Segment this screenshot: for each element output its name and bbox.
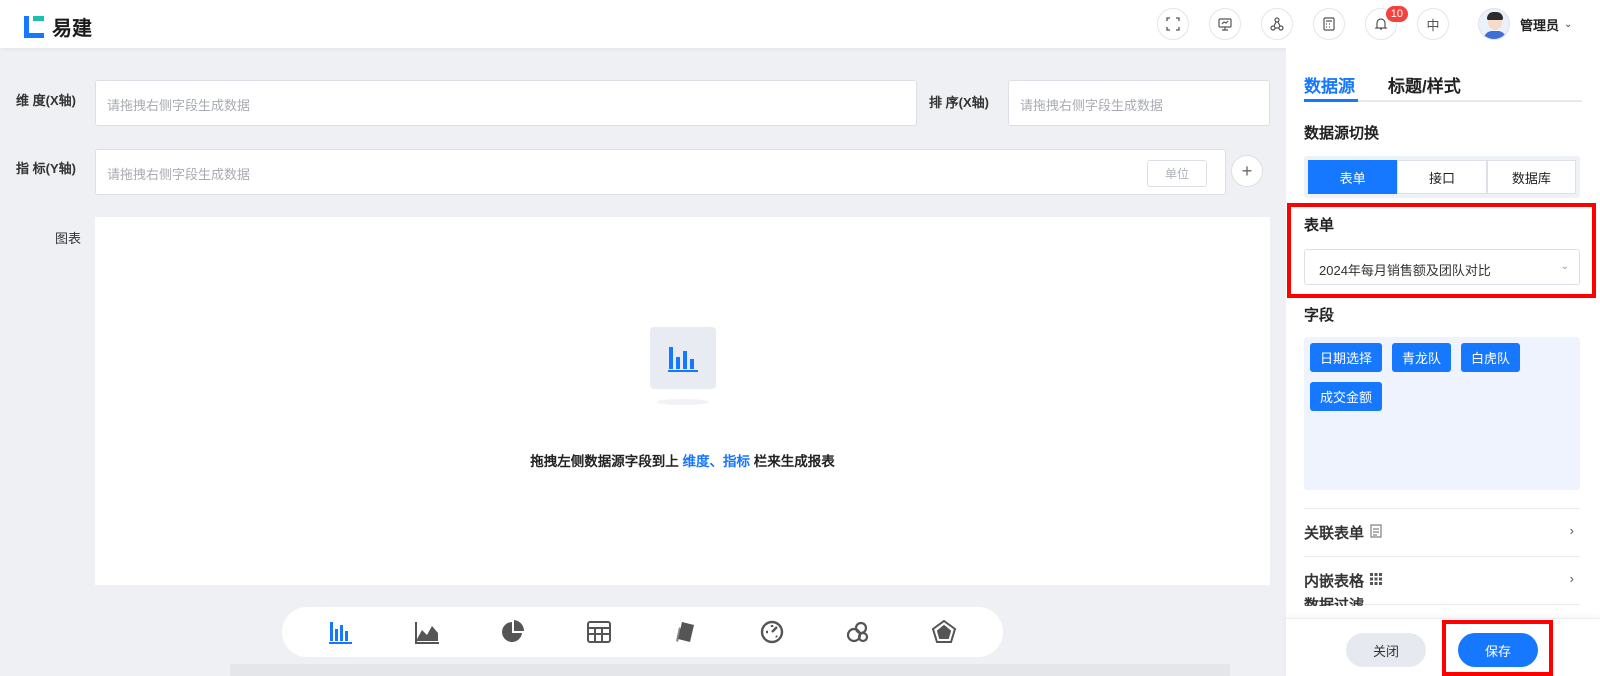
source-switch-title: 数据源切换: [1304, 125, 1380, 142]
empty-hint-highlight: 维度、指标: [682, 454, 751, 469]
add-metric-button[interactable]: +: [1231, 155, 1263, 187]
document-icon: [1370, 524, 1382, 541]
monitor-icon: [1218, 18, 1232, 31]
source-option-form[interactable]: 表单: [1308, 160, 1398, 194]
bar-chart-type-button[interactable]: [326, 617, 356, 647]
related-form-row[interactable]: 关联表单 ›: [1304, 508, 1580, 556]
data-filter-label[interactable]: 数据过滤: [1304, 596, 1364, 606]
funnel-icon: [846, 621, 868, 643]
user-menu[interactable]: 管理员 ⌄: [1478, 8, 1572, 40]
highlight-box-form: [1287, 203, 1596, 298]
dimension-drop-zone[interactable]: 请拖拽右侧字段生成数据: [95, 80, 917, 126]
source-option-database[interactable]: 数据库: [1486, 160, 1576, 194]
pie-chart-icon: [502, 620, 525, 642]
field-chip-qinglong[interactable]: 青龙队: [1392, 343, 1452, 372]
embedded-table-label: 内嵌表格: [1304, 573, 1365, 590]
empty-chart-icon: [650, 327, 716, 389]
fullscreen-button[interactable]: [1157, 8, 1189, 40]
active-tab-indicator: [1304, 99, 1358, 102]
chart-type-toolbar: [282, 607, 1003, 657]
notification-badge: 10: [1385, 6, 1408, 22]
language-button[interactable]: 中: [1417, 8, 1449, 40]
panel-tabs: 数据源 标题/样式: [1304, 72, 1582, 102]
cards-type-button[interactable]: [671, 617, 701, 647]
unit-button[interactable]: 单位: [1147, 160, 1207, 187]
chevron-down-icon: ⌄: [1564, 18, 1573, 30]
gauge-icon: [760, 620, 783, 644]
workflow-button[interactable]: [1261, 8, 1293, 40]
source-option-api[interactable]: 接口: [1397, 160, 1487, 194]
tab-data-source[interactable]: 数据源: [1304, 72, 1355, 97]
radar-chart-icon: [931, 619, 957, 643]
empty-shadow: [657, 399, 709, 405]
dimension-placeholder: 请拖拽右侧字段生成数据: [107, 98, 251, 113]
fields-list: 日期选择 青龙队 白虎队 成交金额: [1304, 337, 1580, 490]
language-label: 中: [1426, 17, 1440, 33]
chart-label: 图表: [55, 231, 82, 246]
highlight-box-save: [1442, 620, 1553, 676]
bar-chart-icon: [329, 622, 353, 644]
field-chip-baihu[interactable]: 白虎队: [1461, 343, 1521, 372]
avatar: [1478, 8, 1510, 40]
area-chart-type-button[interactable]: [412, 617, 442, 647]
tab-title-style[interactable]: 标题/样式: [1388, 72, 1461, 97]
chart-canvas: 拖拽左侧数据源字段到上 维度、指标 栏来生成报表: [95, 217, 1270, 585]
metric-placeholder: 请拖拽右侧字段生成数据: [107, 167, 251, 182]
empty-hint-suffix: 栏来生成报表: [750, 454, 835, 469]
empty-hint: 拖拽左侧数据源字段到上 维度、指标 栏来生成报表: [95, 450, 1270, 470]
fullscreen-icon: [1166, 17, 1180, 31]
source-switch: 表单 接口 数据库: [1304, 156, 1580, 198]
sort-placeholder: 请拖拽右侧字段生成数据: [1020, 98, 1164, 113]
cards-icon: [675, 622, 694, 642]
app-logo[interactable]: 易建: [24, 12, 92, 41]
table-icon: [587, 621, 612, 643]
sort-drop-zone[interactable]: 请拖拽右侧字段生成数据: [1008, 80, 1270, 126]
scroll-shadow: [230, 664, 1230, 676]
sort-label: 排 序(X轴): [929, 95, 989, 110]
pie-chart-type-button[interactable]: [498, 617, 528, 647]
top-header: 易建 10 中 管理员 ⌄: [0, 0, 1600, 48]
table-type-button[interactable]: [584, 617, 614, 647]
dimension-label: 维 度(X轴): [16, 93, 76, 108]
fields-section-title: 字段: [1304, 307, 1335, 324]
chevron-right-icon: ›: [1569, 523, 1574, 538]
workflow-icon: [1270, 17, 1284, 31]
area-chart-icon: [415, 622, 440, 644]
calculator-button[interactable]: [1313, 8, 1345, 40]
grid-icon: [1370, 573, 1383, 588]
gauge-type-button[interactable]: [757, 617, 787, 647]
empty-hint-prefix: 拖拽左侧数据源字段到上: [530, 454, 683, 469]
calculator-icon: [1323, 17, 1335, 31]
bell-icon: [1374, 18, 1388, 30]
logo-text: 易建: [52, 18, 92, 40]
funnel-type-button[interactable]: [843, 617, 873, 647]
metric-label: 指 标(Y轴): [16, 161, 76, 176]
logo-mark-icon: [24, 15, 44, 38]
screen-display-button[interactable]: [1209, 8, 1241, 40]
metric-drop-zone[interactable]: 请拖拽右侧字段生成数据 单位: [95, 149, 1226, 195]
plus-icon: +: [1241, 160, 1253, 181]
field-chip-date[interactable]: 日期选择: [1310, 343, 1383, 372]
close-button[interactable]: 关闭: [1346, 633, 1426, 667]
related-form-label: 关联表单: [1304, 525, 1365, 542]
chevron-right-icon: ›: [1569, 571, 1574, 586]
radar-chart-type-button[interactable]: [929, 617, 959, 647]
user-name: 管理员: [1520, 17, 1560, 33]
config-panel: 数据源 标题/样式 数据源切换 表单 接口 数据库 表单 2024年每月销售额及…: [1286, 48, 1600, 676]
field-chip-amount[interactable]: 成交金额: [1310, 382, 1383, 411]
notification-button[interactable]: 10: [1365, 6, 1408, 40]
